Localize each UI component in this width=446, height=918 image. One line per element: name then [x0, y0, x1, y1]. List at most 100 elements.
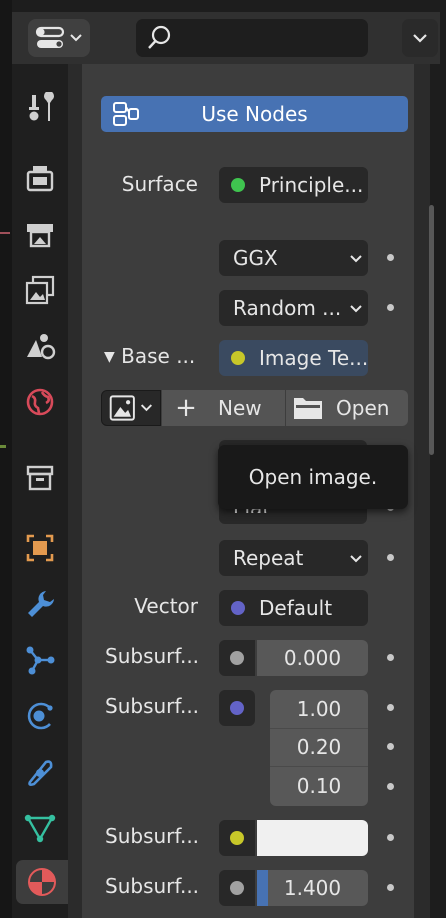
chevron-down-icon	[344, 250, 368, 266]
search-input[interactable]	[136, 19, 368, 57]
tab-output[interactable]	[18, 212, 62, 256]
subsurface-radius-vector: 1.00 0.20 0.10	[270, 690, 368, 806]
image-datablock-row: + New Open	[101, 390, 408, 426]
folder-icon	[294, 398, 322, 419]
data-icon	[24, 814, 56, 843]
chevron-down-icon	[344, 300, 368, 316]
shader-socket-icon	[231, 178, 245, 192]
distribution-dropdown[interactable]: GGX	[219, 240, 368, 276]
socket-dot	[387, 884, 394, 891]
chevron-down-icon	[413, 34, 427, 43]
subsurface-label: Subsurf...	[105, 644, 200, 668]
tab-object[interactable]	[18, 526, 62, 570]
tab-particles[interactable]	[18, 638, 62, 682]
subsurface-radius-x-field[interactable]: 1.00	[270, 690, 368, 729]
properties-tab-bar	[12, 64, 68, 918]
subsurface-ior-socket-button[interactable]	[219, 870, 255, 906]
open-image-button[interactable]: Open	[286, 390, 408, 426]
extension-dropdown[interactable]: Repeat	[219, 540, 368, 576]
edge-mark	[0, 445, 6, 448]
socket-dot	[387, 834, 394, 841]
subsurface-radius-y-field[interactable]: 0.20	[270, 729, 368, 768]
surface-shader-field[interactable]: Principle...	[219, 167, 368, 203]
tab-render[interactable]	[18, 156, 62, 200]
subsurface-ior-field[interactable]: 1.400	[257, 870, 368, 906]
open-image-tooltip: Open image.	[218, 445, 408, 509]
tab-tool[interactable]	[18, 86, 62, 130]
base-color-link-field[interactable]: Image Te...	[219, 340, 368, 376]
distribution-value: GGX	[233, 246, 278, 270]
base-color-text: Base ...	[121, 344, 196, 368]
tab-world[interactable]	[18, 380, 62, 424]
properties-header	[12, 12, 440, 64]
surface-label: Surface	[121, 172, 198, 196]
render-icon	[26, 166, 54, 192]
output-icon	[27, 224, 53, 248]
subsurface-socket-button[interactable]	[219, 640, 255, 676]
subsurface-color-swatch[interactable]	[257, 820, 368, 856]
subsurface-method-dropdown[interactable]: Random ...	[219, 290, 368, 326]
editor-type-dropdown[interactable]	[28, 19, 90, 57]
subsurface-color-label: Subsurf...	[105, 824, 200, 848]
world-icon	[26, 388, 54, 416]
vector-field[interactable]: Default	[219, 590, 368, 626]
search-icon	[148, 25, 171, 49]
tab-physics[interactable]	[18, 694, 62, 738]
socket-dot	[387, 783, 394, 790]
open-label: Open	[336, 396, 390, 420]
tab-view-layer[interactable]	[18, 268, 62, 312]
use-nodes-button[interactable]: Use Nodes	[101, 96, 408, 132]
tab-modifier[interactable]	[18, 582, 62, 626]
material-icon	[28, 868, 56, 896]
color-socket-icon	[231, 351, 245, 365]
extension-value: Repeat	[233, 546, 304, 570]
node-tree-icon	[113, 102, 139, 126]
chevron-down-icon	[344, 550, 368, 566]
base-color-label[interactable]: ▼ Base ...	[104, 344, 208, 368]
header-options-dropdown[interactable]	[402, 19, 438, 57]
vector-label: Vector	[134, 594, 198, 618]
use-nodes-label: Use Nodes	[201, 102, 308, 126]
subsurface-radius-label: Subsurf...	[105, 694, 200, 718]
vector-socket-icon	[230, 701, 244, 715]
constraints-icon	[28, 760, 53, 786]
collection-icon	[26, 465, 54, 491]
tab-constraints[interactable]	[18, 750, 62, 794]
modifier-icon	[28, 591, 54, 617]
edge-mark	[0, 232, 10, 234]
socket-dot	[387, 304, 394, 311]
socket-dot	[387, 743, 394, 750]
subsurface-radius-z-field[interactable]: 0.10	[270, 767, 368, 806]
subsurface-ior-value: 1.400	[283, 876, 342, 900]
socket-dot	[387, 254, 394, 261]
scene-icon	[27, 334, 56, 360]
tab-scene[interactable]	[18, 324, 62, 368]
float-socket-icon	[230, 651, 244, 665]
tab-data[interactable]	[18, 806, 62, 850]
subsurface-value-field[interactable]: 0.000	[257, 640, 368, 676]
subsurface-method-value: Random ...	[233, 296, 342, 320]
tab-material[interactable]	[16, 860, 68, 904]
subsurface-ior-label: Subsurf...	[105, 874, 200, 898]
image-browse-button[interactable]	[101, 390, 161, 426]
socket-dot	[387, 654, 394, 661]
plus-icon: +	[175, 393, 197, 423]
view-layer-icon	[25, 275, 55, 305]
tab-collection[interactable]	[18, 456, 62, 500]
new-label: New	[218, 396, 262, 420]
expand-arrow-icon: ▼	[104, 349, 115, 365]
subsurface-radius-socket-button[interactable]	[219, 690, 255, 726]
new-image-button[interactable]: + New	[162, 390, 285, 426]
slider-fill	[257, 870, 268, 906]
socket-dot	[387, 704, 394, 711]
left-editor-edge	[0, 0, 12, 918]
properties-editor-icon	[35, 26, 82, 48]
socket-dot	[387, 554, 394, 561]
physics-icon	[27, 702, 53, 730]
subsurface-color-socket-button[interactable]	[219, 820, 255, 856]
particles-icon	[26, 646, 55, 675]
image-icon	[109, 395, 152, 421]
scrollbar[interactable]	[429, 205, 434, 455]
float-socket-icon	[230, 881, 244, 895]
vector-socket-icon	[231, 601, 245, 615]
